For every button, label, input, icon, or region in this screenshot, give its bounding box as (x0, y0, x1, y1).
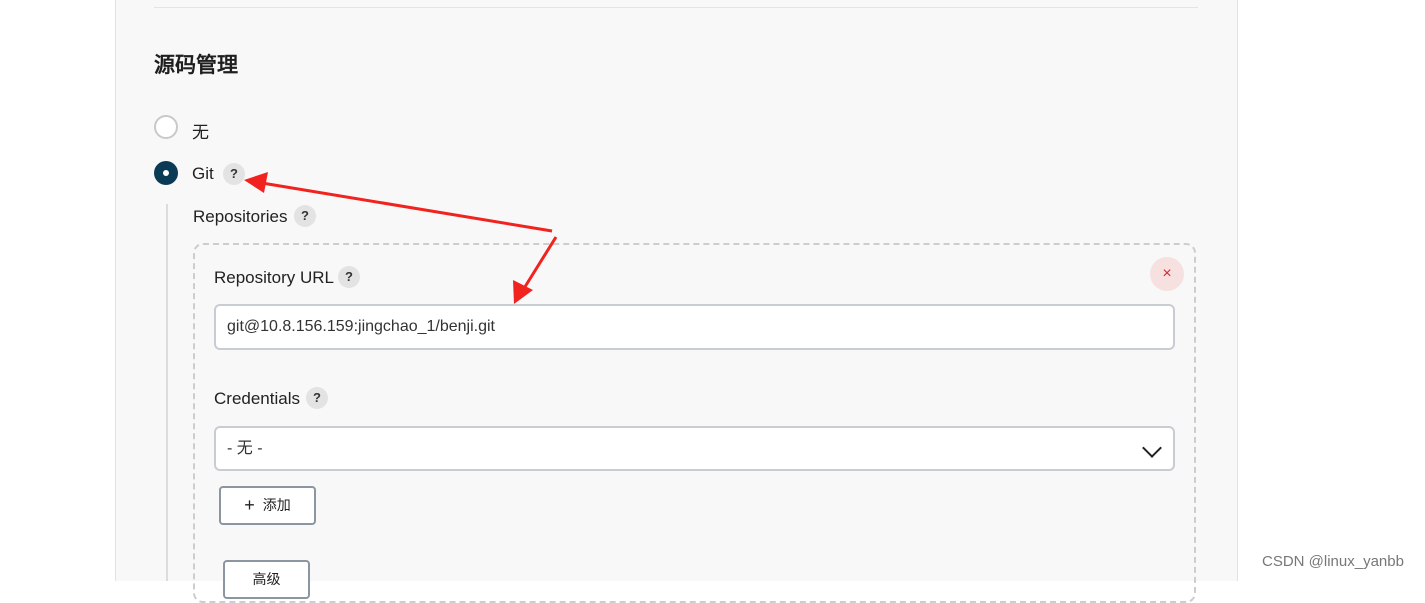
repository-url-input[interactable]: git@10.8.156.159:jingchao_1/benji.git (214, 304, 1175, 350)
remove-repository-close-icon[interactable]: × (1150, 257, 1184, 291)
radio-git-label: Git (192, 164, 214, 183)
repository-url-help-icon[interactable]: ? (338, 266, 360, 288)
credentials-selected-value: - 无 - (227, 440, 263, 457)
radio-none[interactable] (154, 115, 178, 139)
advanced-button[interactable]: 高级 (223, 560, 310, 599)
section-divider (154, 7, 1198, 8)
credentials-select[interactable]: - 无 - (214, 426, 1175, 471)
repositories-help-icon[interactable]: ? (294, 205, 316, 227)
git-section-indent-line (166, 204, 168, 581)
watermark: CSDN @linux_yanbb (1262, 553, 1404, 570)
credentials-help-icon[interactable]: ? (306, 387, 328, 409)
repositories-label: Repositories (193, 207, 288, 226)
radio-git[interactable] (154, 161, 178, 185)
repository-container (193, 243, 1196, 603)
git-help-icon[interactable]: ? (223, 163, 245, 185)
plus-icon: + (244, 495, 255, 515)
credentials-label: Credentials (214, 389, 300, 408)
radio-none-label: 无 (192, 123, 209, 142)
add-credentials-button[interactable]: + 添加 (219, 486, 316, 525)
repository-url-label: Repository URL (214, 268, 334, 287)
section-title: 源码管理 (154, 53, 238, 77)
chevron-down-icon (1142, 438, 1162, 458)
add-button-label: 添加 (262, 497, 291, 513)
